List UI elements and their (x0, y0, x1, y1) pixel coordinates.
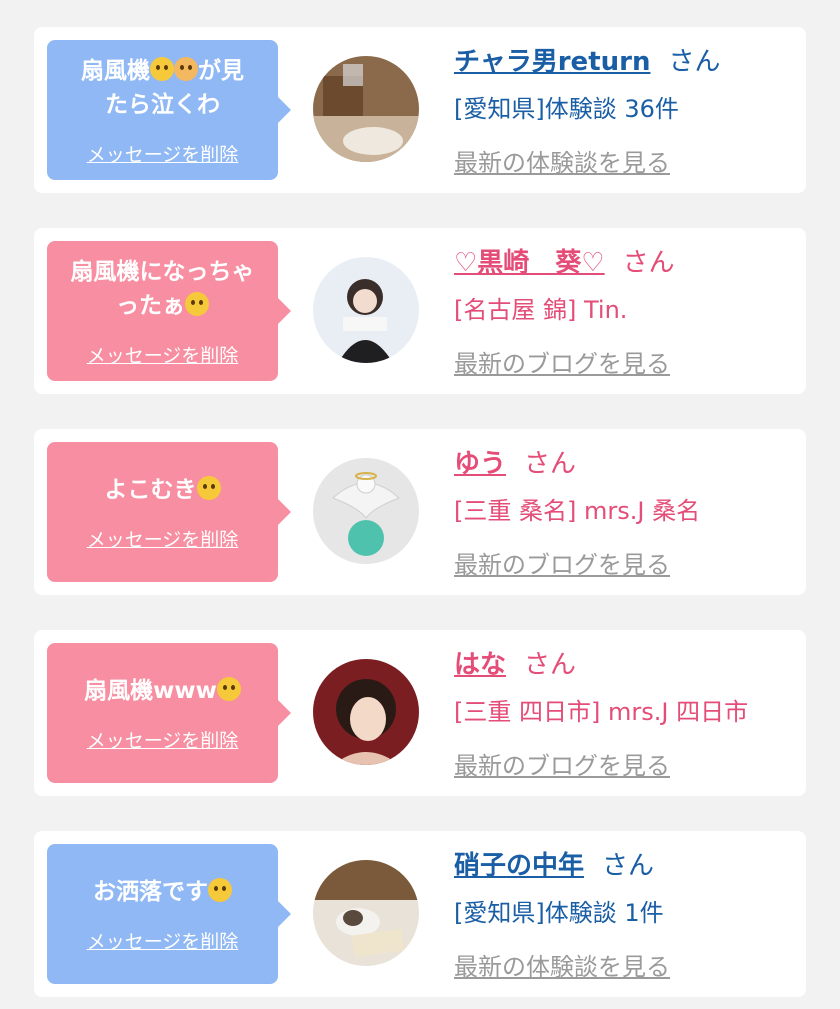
latest-post-link[interactable]: 最新のブログを見る (454, 344, 670, 379)
honorific: さん (622, 248, 675, 278)
delete-message-link[interactable]: メッセージを削除 (87, 525, 239, 552)
latest-post-link[interactable]: 最新の体験談を見る (454, 143, 670, 178)
user-name-link[interactable]: 硝子の中年 (454, 851, 584, 881)
latest-post-link[interactable]: 最新の体験談を見る (454, 947, 670, 982)
message-card: 扇風機www メッセージを削除 はな さん [三重 四日市] mrs.J 四日市 … (34, 630, 806, 796)
honorific: さん (524, 650, 577, 680)
honorific: さん (524, 449, 577, 479)
message-text: よこむき (93, 473, 233, 507)
message-card: 扇風機 が見 たら泣くわ メッセージを削除 チャラ男return さん [愛知県]体… (34, 27, 806, 193)
avatar[interactable] (313, 860, 419, 966)
baby-emoji-icon (174, 56, 198, 81)
honorific: さん (602, 851, 655, 881)
message-bubble: 扇風機www メッセージを削除 (47, 643, 291, 783)
message-bubble: よこむき メッセージを削除 (47, 442, 291, 582)
message-text: 扇風機になっちゃ ったぁ (70, 258, 255, 319)
avatar[interactable] (313, 458, 419, 564)
message-card: よこむき メッセージを削除 ゆう さん [三重 桑名] mrs.J 桑名 最新のブ… (34, 429, 806, 595)
user-name-line: チャラ男return さん (454, 41, 720, 78)
delete-message-link[interactable]: メッセージを削除 (87, 726, 239, 753)
user-location-info[interactable]: [三重 桑名] mrs.J 桑名 (454, 491, 700, 526)
delete-message-link[interactable]: メッセージを削除 (87, 341, 239, 368)
message-card: 扇風機になっちゃ ったぁ メッセージを削除 ♡黒崎 葵♡ さん [名古屋 錦] T… (34, 228, 806, 394)
message-text: 扇風機 が見 たら泣くわ (81, 56, 244, 118)
user-name-link[interactable]: ♡黒崎 葵♡ (454, 248, 605, 278)
user-location-info[interactable]: [名古屋 錦] Tin. (454, 290, 627, 325)
avatar[interactable] (313, 659, 419, 765)
user-name-link[interactable]: はな (454, 650, 506, 680)
message-card: お洒落です メッセージを削除 硝子の中年 さん [愛知県]体験談 1件 最新の体験… (34, 831, 806, 997)
hand-over-mouth-emoji-icon (196, 475, 221, 500)
message-text: お洒落です (81, 875, 244, 909)
pleading-face-emoji-icon (185, 291, 209, 316)
user-location-info[interactable]: [愛知県]体験談 1件 (454, 893, 664, 928)
message-bubble: 扇風機 が見 たら泣くわ メッセージを削除 (47, 40, 291, 180)
user-name-line: ゆう さん (454, 443, 576, 480)
user-location-info[interactable]: [三重 四日市] mrs.J 四日市 (454, 692, 748, 727)
user-location-info[interactable]: [愛知県]体験談 36件 (454, 89, 679, 124)
delete-message-link[interactable]: メッセージを削除 (87, 140, 239, 167)
user-name-link[interactable]: チャラ男return (454, 47, 650, 77)
message-bubble: お洒落です メッセージを削除 (47, 844, 291, 984)
user-name-line: 硝子の中年 さん (454, 845, 654, 882)
honorific: さん (668, 47, 721, 77)
tears-of-joy-emoji-icon (216, 676, 241, 701)
rolling-laughing-emoji-icon (150, 56, 174, 81)
delete-message-link[interactable]: メッセージを削除 (87, 927, 239, 954)
user-name-link[interactable]: ゆう (454, 449, 506, 479)
avatar[interactable] (313, 56, 419, 162)
pleading-face-emoji-icon (208, 877, 232, 902)
message-bubble: 扇風機になっちゃ ったぁ メッセージを削除 (47, 241, 291, 381)
latest-post-link[interactable]: 最新のブログを見る (454, 545, 670, 580)
latest-post-link[interactable]: 最新のブログを見る (454, 746, 670, 781)
avatar[interactable] (313, 257, 419, 363)
message-text: 扇風機www (72, 674, 253, 708)
user-name-line: ♡黒崎 葵♡ さん (454, 242, 675, 279)
user-name-line: はな さん (454, 644, 576, 681)
